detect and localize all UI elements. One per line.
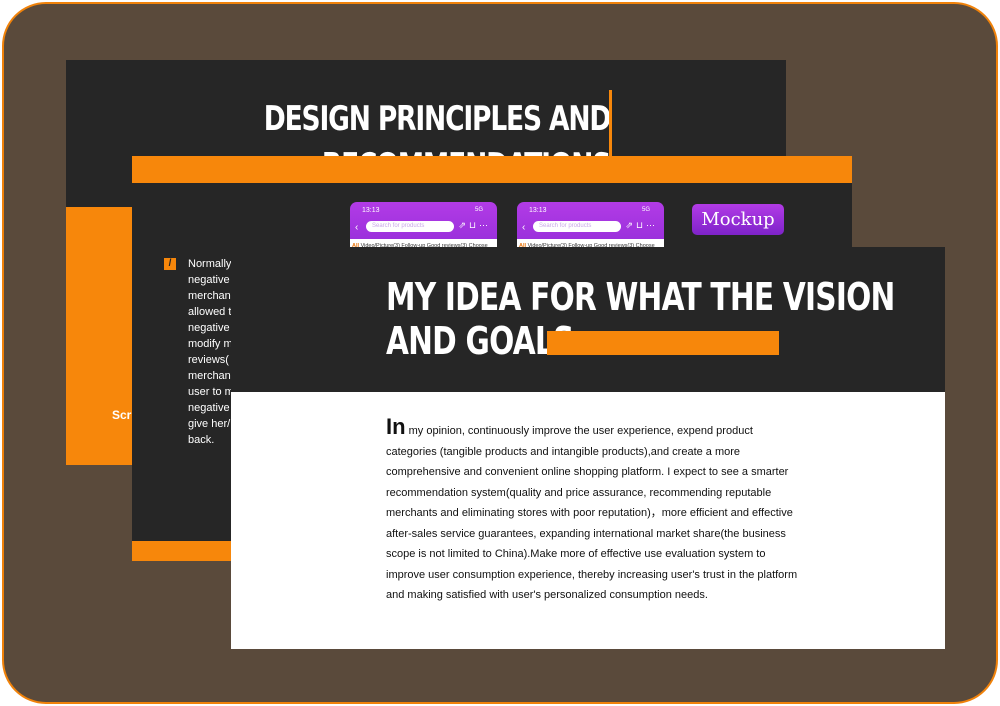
phone-signal: 5G [474, 207, 483, 213]
search-input[interactable]: Search for products [366, 221, 454, 232]
slide2-bullet-icon: / [164, 258, 176, 270]
slide1-side-label: Scr [112, 408, 132, 422]
body-drop-cap: In [386, 414, 406, 439]
slide2-top-bar [132, 156, 852, 183]
body-paragraph: my opinion, continuously improve the use… [386, 425, 798, 601]
slide3-header: MY IDEA FOR WHAT THE VISION AND GOALS [231, 247, 945, 392]
presentation-frame: DESIGN PRINCIPLES AND RECOMMENDATIONS Sc… [2, 2, 998, 704]
slide1-title-line1: DESIGN PRINCIPLES AND [263, 99, 612, 139]
share-cart-more-icons[interactable]: ⇗⊔⋯ [458, 220, 491, 231]
mockup-label: Mockup [692, 204, 784, 235]
phone-signal: 5G [641, 207, 650, 213]
search-input[interactable]: Search for products [533, 221, 621, 232]
slide1-orange-block [66, 207, 136, 465]
phone-time: 13:13 [529, 207, 547, 214]
slide-vision-goals[interactable]: MY IDEA FOR WHAT THE VISION AND GOALS In… [231, 247, 945, 649]
back-arrow-icon[interactable]: ‹ [522, 222, 525, 233]
share-cart-more-icons[interactable]: ⇗⊔⋯ [625, 220, 658, 231]
slide3-title-line1: MY IDEA FOR WHAT THE VISION [386, 275, 895, 319]
back-arrow-icon[interactable]: ‹ [355, 222, 358, 233]
slide3-accent-bar [547, 331, 779, 355]
phone-time: 13:13 [362, 207, 380, 214]
slide3-body-text: In my opinion, continuously improve the … [386, 416, 806, 606]
